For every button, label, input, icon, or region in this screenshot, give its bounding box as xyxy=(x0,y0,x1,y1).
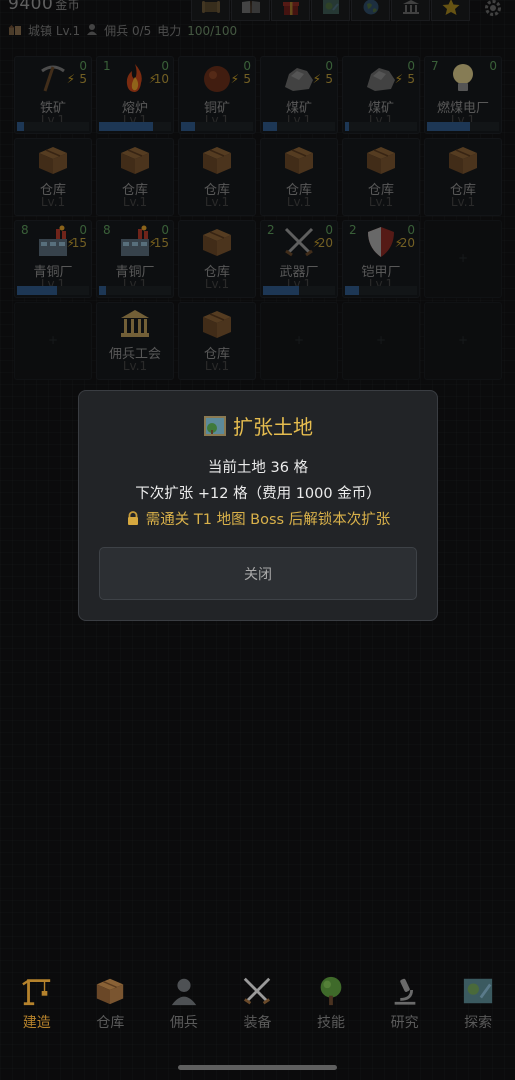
nav-tab[interactable]: 仓库 xyxy=(74,975,148,1035)
unlock-requirement: 需通关 T1 地图 Boss 后解锁本次扩张 xyxy=(79,508,437,529)
nav-tab[interactable]: 探索 xyxy=(441,975,515,1035)
map-icon xyxy=(462,975,494,1007)
land-map-icon xyxy=(203,415,227,442)
person-icon xyxy=(168,975,200,1007)
unlock-requirement-text: 需通关 T1 地图 Boss 后解锁本次扩张 xyxy=(145,512,391,528)
nav-tab[interactable]: 装备 xyxy=(221,975,295,1035)
nav-tab[interactable]: 建造 xyxy=(0,975,74,1035)
dialog-title-text: 扩张土地 xyxy=(233,415,313,439)
dialog-title: 扩张土地 xyxy=(79,411,437,442)
nav-tab-label: 研究 xyxy=(390,1015,419,1031)
nav-tab-label: 技能 xyxy=(317,1015,346,1031)
nav-tab-label: 仓库 xyxy=(96,1015,125,1031)
nav-tab-label: 建造 xyxy=(22,1015,51,1031)
nav-tab[interactable]: 研究 xyxy=(368,975,442,1035)
home-indicator[interactable] xyxy=(178,1065,337,1070)
nav-tab-label: 装备 xyxy=(243,1015,272,1031)
nav-tab-label: 探索 xyxy=(464,1015,493,1031)
lock-icon xyxy=(126,511,140,525)
current-land-text: 当前土地 36 格 xyxy=(207,460,309,476)
nav-tab[interactable]: 技能 xyxy=(294,975,368,1035)
expand-land-dialog: 扩张土地 当前土地 36 格 下次扩张 +12 格（费用 1000 金币） 需通… xyxy=(78,390,438,621)
crane-icon xyxy=(21,975,53,1007)
close-button[interactable]: 关闭 xyxy=(99,547,417,600)
nav-tab-label: 佣兵 xyxy=(169,1015,198,1031)
nav-tab[interactable]: 佣兵 xyxy=(147,975,221,1035)
tree-icon xyxy=(315,975,347,1007)
next-expansion-text: 下次扩张 +12 格（费用 1000 金币） xyxy=(135,486,381,502)
swords-icon xyxy=(241,975,273,1007)
bottom-nav: 建造 仓库 佣兵 装备 技能 研究 探索 xyxy=(0,975,515,1035)
microscope-icon xyxy=(389,975,421,1007)
crate-icon xyxy=(94,975,126,1007)
